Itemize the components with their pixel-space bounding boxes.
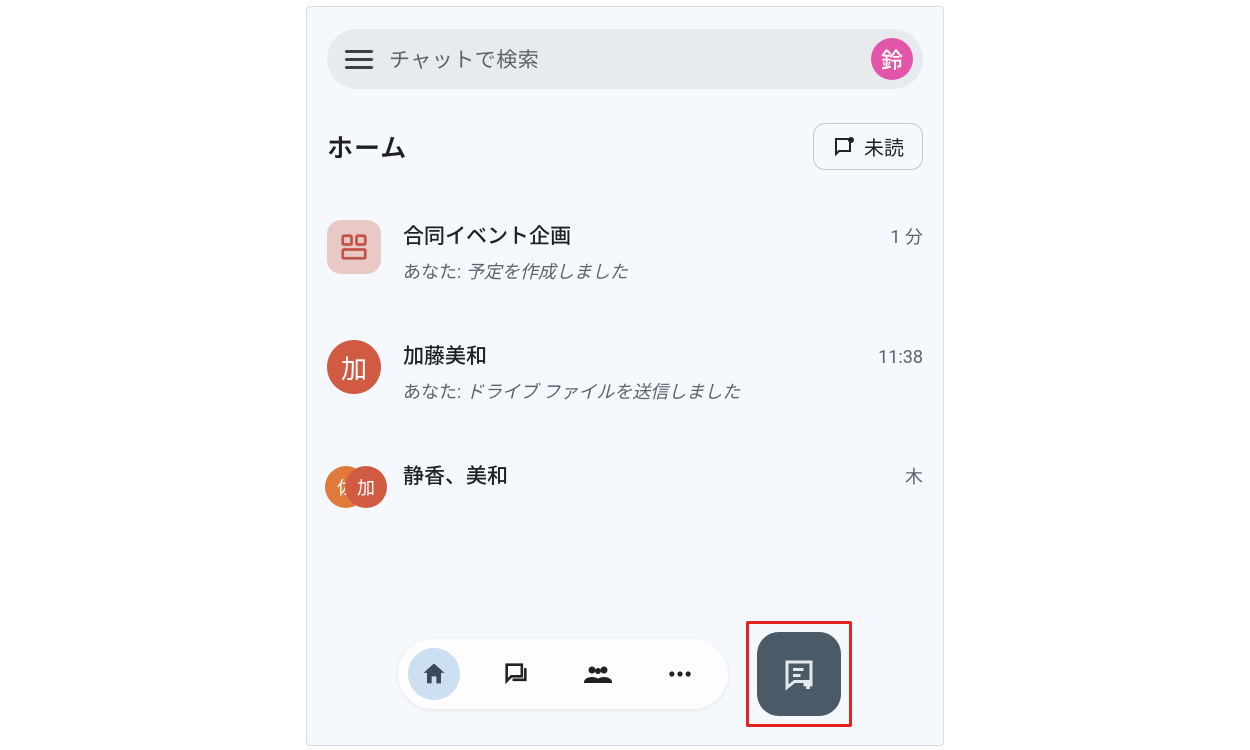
- chat-list: 合同イベント企画 1 分 あなた: 予定を作成しました 加 加藤美和 11:38…: [307, 206, 943, 528]
- chat-time: 11:38: [878, 347, 923, 368]
- people-icon: [582, 660, 614, 688]
- nav-chat-button[interactable]: [490, 648, 542, 700]
- chat-title: 加藤美和: [403, 340, 487, 370]
- chat-row[interactable]: 加 加藤美和 11:38 あなた: ドライブ ファイルを送信しました: [307, 326, 943, 418]
- nav-pill: [398, 639, 728, 709]
- new-chat-icon: [781, 656, 817, 692]
- space-avatar: [327, 220, 381, 274]
- fab-highlight-frame: [746, 621, 852, 727]
- bottom-navigation: [307, 621, 943, 727]
- nav-spaces-button[interactable]: [572, 648, 624, 700]
- chat-time: 木: [905, 463, 923, 489]
- chat-time: 1 分: [890, 223, 923, 249]
- group-avatar: 佐 加: [327, 460, 381, 514]
- home-icon: [420, 660, 448, 688]
- new-chat-fab[interactable]: [757, 632, 841, 716]
- unread-filter-chip[interactable]: 未読: [813, 123, 923, 170]
- app-frame: チャットで検索 鈴 ホーム 未読: [306, 6, 944, 746]
- chat-icon: [502, 660, 530, 688]
- nav-home-button[interactable]: [408, 648, 460, 700]
- chat-title: 合同イベント企画: [403, 220, 571, 250]
- search-placeholder: チャットで検索: [389, 44, 871, 74]
- chat-preview: あなた: ドライブ ファイルを送信しました: [403, 378, 923, 404]
- account-avatar[interactable]: 鈴: [871, 38, 913, 80]
- section-header: ホーム 未読: [327, 123, 923, 170]
- chat-row[interactable]: 合同イベント企画 1 分 あなた: 予定を作成しました: [307, 206, 943, 298]
- chat-preview: あなた: 予定を作成しました: [403, 258, 923, 284]
- chat-title: 静香、美和: [403, 460, 508, 490]
- chat-row[interactable]: 佐 加 静香、美和 木: [307, 446, 943, 528]
- chat-body: 静香、美和 木: [403, 460, 923, 490]
- nav-more-button[interactable]: [654, 648, 706, 700]
- user-avatar: 加: [327, 340, 381, 394]
- unread-chat-icon: [832, 135, 856, 159]
- menu-icon[interactable]: [345, 45, 373, 73]
- chat-body: 合同イベント企画 1 分 あなた: 予定を作成しました: [403, 220, 923, 284]
- search-bar[interactable]: チャットで検索 鈴: [327, 29, 923, 89]
- page-title: ホーム: [327, 128, 407, 165]
- chat-body: 加藤美和 11:38 あなた: ドライブ ファイルを送信しました: [403, 340, 923, 404]
- more-icon: [666, 660, 694, 688]
- unread-chip-label: 未読: [864, 132, 904, 161]
